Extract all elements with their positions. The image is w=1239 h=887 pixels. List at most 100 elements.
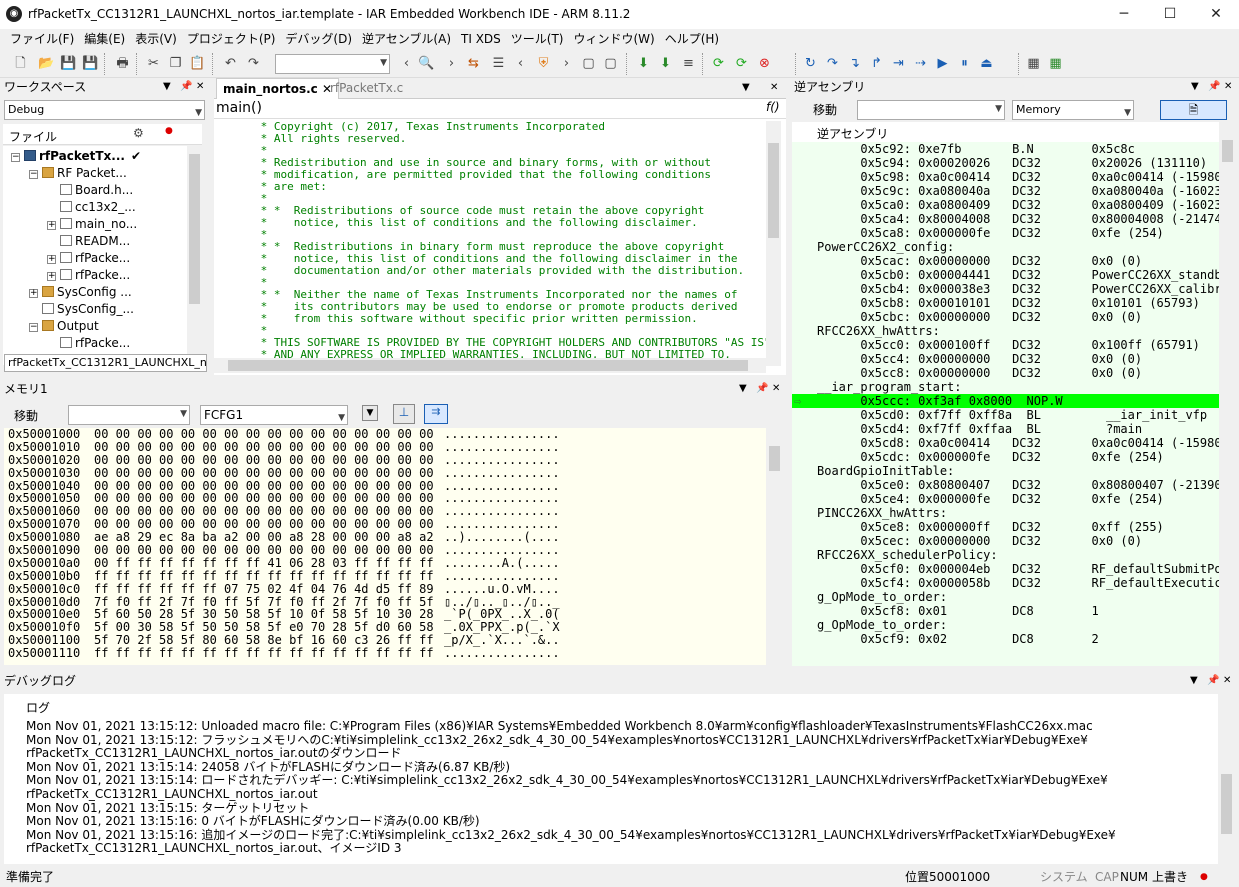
code-area[interactable]: * Copyright (c) 2017, Texas Instruments … xyxy=(214,121,766,366)
stop-debug-icon[interactable]: ⏏ xyxy=(978,55,995,72)
disasm-goto-input[interactable]: ▼ xyxy=(857,100,1005,120)
disasm-toggle-button[interactable]: 🗎 xyxy=(1160,100,1227,120)
menu-view[interactable]: 表示(V) xyxy=(130,29,182,49)
goto-icon[interactable]: ⇆ xyxy=(465,55,482,72)
collapse-icon[interactable]: − xyxy=(29,323,38,332)
tree-item[interactable]: SysConfig_... xyxy=(29,301,134,318)
menu-tools[interactable]: ツール(T) xyxy=(506,29,569,49)
memory-view[interactable]: 0x50001000 00 00 00 00 00 00 00 00 00 00 … xyxy=(4,428,766,665)
disasm-scrollbar[interactable] xyxy=(1220,122,1235,666)
step-out-icon[interactable]: ↱ xyxy=(868,55,885,72)
tree-item[interactable]: cc13x2_... xyxy=(47,199,136,216)
app-icon[interactable]: ◉ xyxy=(6,6,22,22)
memory-scrollbar[interactable] xyxy=(767,428,782,665)
next-statement-icon[interactable]: ⇥ xyxy=(890,55,907,72)
find-prev-icon[interactable]: ‹ xyxy=(398,55,415,72)
pin-icon[interactable]: 📌 xyxy=(756,380,768,398)
tree-item[interactable]: − RF Packet... xyxy=(29,165,127,182)
undo-icon[interactable]: ↶ xyxy=(222,55,239,72)
memory-view-icon[interactable]: ⊥ xyxy=(393,404,415,424)
function-name[interactable]: main() xyxy=(216,100,262,116)
gear-icon[interactable]: ⚙ xyxy=(133,126,144,140)
menu-project[interactable]: プロジェクト(P) xyxy=(182,29,281,49)
open-icon[interactable]: 📂 xyxy=(38,55,55,72)
tree-item[interactable]: rfPacke... xyxy=(47,335,130,352)
find-icon[interactable]: 🔍 xyxy=(418,55,435,72)
window-layout-2-icon[interactable]: ▦ xyxy=(1047,55,1064,72)
find-next-icon[interactable]: › xyxy=(443,55,460,72)
download-icon[interactable]: ⬇ xyxy=(635,55,652,72)
tree-item[interactable]: + rfPacke... xyxy=(47,250,130,267)
close-icon[interactable]: ✕ xyxy=(1223,672,1231,690)
nav-forward-icon[interactable]: › xyxy=(558,55,575,72)
nav-back-icon[interactable]: ‹ xyxy=(512,55,529,72)
menu-window[interactable]: ウィンドウ(W) xyxy=(568,29,659,49)
reset-icon[interactable]: ↻ xyxy=(802,55,819,72)
tab-rfpackettx[interactable]: rfPacketTx.c xyxy=(324,78,409,99)
pin-icon[interactable]: 📌 xyxy=(180,78,192,96)
menu-help[interactable]: ヘルプ(H) xyxy=(660,29,724,49)
break-icon[interactable]: ⏸ xyxy=(956,55,973,72)
close-icon[interactable]: ✕ xyxy=(770,82,778,93)
save-all-icon[interactable]: 💾 xyxy=(82,55,99,72)
pin-icon[interactable]: 📌 xyxy=(1208,78,1220,96)
collapse-icon[interactable]: − xyxy=(11,153,20,162)
log-view[interactable]: ログ Mon Nov 01, 2021 13:15:12: Unloaded m… xyxy=(4,694,1218,864)
menu-debug[interactable]: デバッグ(D) xyxy=(280,29,357,49)
shield-icon[interactable]: ⛨ xyxy=(535,55,552,72)
memory-update-icon[interactable]: ⇉ xyxy=(424,404,448,424)
copy-icon[interactable]: ❐ xyxy=(167,55,184,72)
memory-options-button[interactable]: ▼ xyxy=(362,405,378,421)
pin-icon[interactable]: 📌 xyxy=(1207,672,1219,690)
tree-item[interactable]: + SysConfig ... xyxy=(29,284,132,301)
breakpoint-icon[interactable]: ▢ xyxy=(602,55,619,72)
breakpoint-toggle-icon[interactable]: ▢ xyxy=(580,55,597,72)
close-icon[interactable]: ✕ xyxy=(196,78,204,96)
workspace-tab[interactable]: rfPacketTx_CC1312R1_LAUNCHXL_nortos_iar.… xyxy=(4,354,207,372)
maximize-button[interactable]: ☐ xyxy=(1147,0,1193,29)
log-scrollbar[interactable] xyxy=(1219,694,1234,864)
expand-icon[interactable]: + xyxy=(47,255,56,264)
editor-vscroll[interactable] xyxy=(766,121,781,366)
function-button[interactable]: f() xyxy=(766,100,780,114)
tree-item[interactable]: − rfPacketTx... ✔ xyxy=(11,148,141,165)
tree-item[interactable]: + main_no... xyxy=(47,216,137,233)
chevron-down-icon[interactable]: ▼ xyxy=(1190,672,1198,690)
print-icon[interactable]: 🖶 xyxy=(114,55,131,72)
step-over-icon[interactable]: ↷ xyxy=(824,55,841,72)
cut-icon[interactable]: ✂ xyxy=(145,55,162,72)
close-icon[interactable]: ✕ xyxy=(1224,78,1232,96)
redo-icon[interactable]: ↷ xyxy=(245,55,262,72)
tab-main-nortos[interactable]: main_nortos.c ✕ xyxy=(216,78,340,99)
disassembly-view[interactable]: 0x5c92: 0xe7fb B.N 0x5c8c 0x5c94: 0x0002… xyxy=(792,142,1219,666)
menu-disassemble[interactable]: 逆アセンブル(A) xyxy=(357,29,456,49)
editor-hscroll[interactable] xyxy=(214,358,766,373)
step-into-icon[interactable]: ↴ xyxy=(846,55,863,72)
expand-icon[interactable]: + xyxy=(47,272,56,281)
tree-item[interactable]: Board.h... xyxy=(47,182,133,199)
tree-item[interactable]: READM... xyxy=(47,233,130,250)
tree-item[interactable]: + rfPacke... xyxy=(47,267,130,284)
memory-zone-select[interactable]: FCFG1 ▼ xyxy=(200,405,348,425)
new-file-icon[interactable]: 🗋 xyxy=(12,55,29,72)
tree-item[interactable]: − Output xyxy=(29,318,99,335)
chevron-down-icon[interactable]: ▼ xyxy=(1191,78,1199,96)
close-icon[interactable]: ✕ xyxy=(772,380,780,398)
go-icon[interactable]: ▶ xyxy=(934,55,951,72)
stop-build-icon[interactable]: ⊗ xyxy=(756,55,773,72)
minimize-button[interactable]: ─ xyxy=(1101,0,1147,29)
make-icon[interactable]: ⟳ xyxy=(710,55,727,72)
menu-file[interactable]: ファイル(F) xyxy=(5,29,79,49)
bookmark-icon[interactable]: ☰ xyxy=(490,55,507,72)
collapse-icon[interactable]: − xyxy=(29,170,38,179)
chevron-down-icon[interactable]: ▼ xyxy=(163,78,171,96)
save-icon[interactable]: 💾 xyxy=(60,55,77,72)
expand-icon[interactable]: + xyxy=(47,221,56,230)
menu-ti-xds[interactable]: TI XDS xyxy=(456,29,506,49)
menu-edit[interactable]: 編集(E) xyxy=(79,29,130,49)
chevron-down-icon[interactable]: ▼ xyxy=(742,82,750,93)
config-select[interactable]: Debug ▼ xyxy=(4,100,205,120)
workspace-scrollbar[interactable] xyxy=(187,146,202,365)
paste-icon[interactable]: 📋 xyxy=(189,55,206,72)
download-debug-icon[interactable]: ⬇ xyxy=(657,55,674,72)
